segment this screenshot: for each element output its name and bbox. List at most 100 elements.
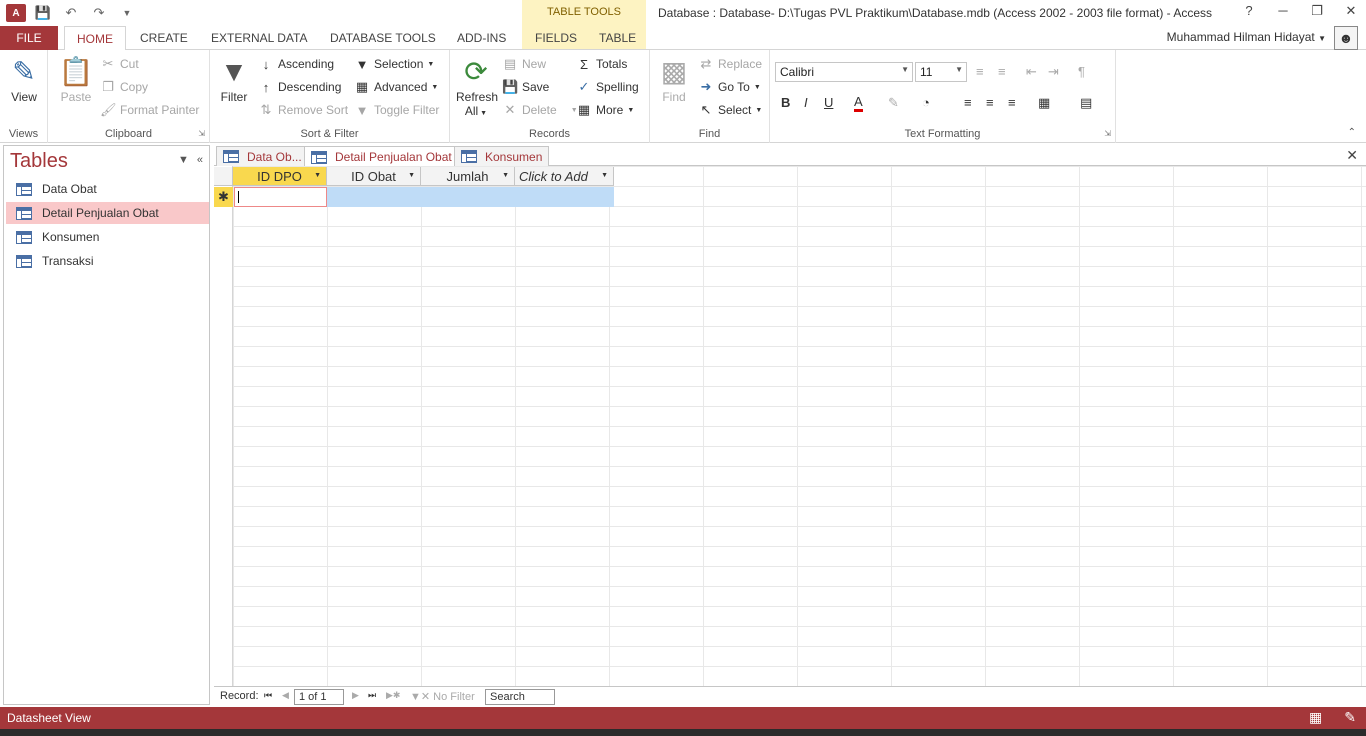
advanced-button[interactable]: ▦ Advanced ▼ <box>354 77 438 97</box>
column-header-jumlah[interactable]: Jumlah ▼ <box>421 167 515 186</box>
replace-button[interactable]: ⇄ Replace <box>698 54 762 74</box>
shutter-bar-close-icon[interactable]: « <box>197 154 203 166</box>
highlight-icon[interactable]: ✎ <box>888 95 899 111</box>
select-all-corner[interactable] <box>214 167 233 186</box>
dialog-launcher-icon[interactable]: ⇲ <box>198 129 205 138</box>
new-record-selector[interactable]: ✱ <box>214 187 233 207</box>
spelling-button[interactable]: ✓ Spelling <box>576 77 639 97</box>
select-button[interactable]: ↖ Select ▼ <box>698 100 763 120</box>
font-name-select[interactable]: Calibri ▼ <box>775 62 913 82</box>
chevron-down-icon[interactable]: ▼ <box>314 172 321 179</box>
tab-fields[interactable]: FIELDS <box>535 26 577 50</box>
save-record-button[interactable]: 💾 Save <box>502 77 549 97</box>
minimize-button[interactable]: ─ <box>1276 3 1290 19</box>
help-button[interactable]: ? <box>1242 3 1256 19</box>
undo-icon[interactable]: ↶ <box>60 3 82 23</box>
bold-button[interactable]: B <box>781 95 790 110</box>
tab-external-data[interactable]: EXTERNAL DATA <box>211 26 307 50</box>
dialog-launcher-icon[interactable]: ⇲ <box>1104 129 1111 138</box>
nav-item-detail-penjualan-obat[interactable]: Detail Penjualan Obat <box>6 202 209 224</box>
chevron-down-icon[interactable]: ▼ <box>502 172 509 179</box>
ascending-button[interactable]: ↓ Ascending <box>258 54 334 74</box>
font-color-icon[interactable]: A <box>854 95 863 112</box>
cut-button[interactable]: ✂ Cut <box>100 54 139 74</box>
first-record-icon[interactable]: ⏮ <box>264 690 272 701</box>
doc-tab-detail-penjualan-obat[interactable]: Detail Penjualan Obat <box>304 146 459 167</box>
paste-button[interactable]: 📋 Paste <box>58 54 94 104</box>
no-filter-button[interactable]: ▼✕ No Filter <box>410 690 475 704</box>
avatar[interactable]: ☻ <box>1334 26 1358 50</box>
chevron-down-icon[interactable]: ▼ <box>408 172 415 179</box>
bullets-icon[interactable]: ≡ <box>976 64 984 79</box>
restore-button[interactable]: ❐ <box>1310 3 1324 19</box>
close-document-icon[interactable]: ✕ <box>1346 147 1358 164</box>
refresh-all-button[interactable]: ⟳ Refresh All ▼ <box>456 54 498 118</box>
column-header-id-dpo[interactable]: ID DPO ▼ <box>233 167 327 186</box>
active-cell-id-dpo[interactable] <box>234 187 327 207</box>
tab-create[interactable]: CREATE <box>140 26 188 50</box>
doc-tab-data-obat[interactable]: Data Ob... <box>216 146 309 166</box>
descending-button[interactable]: ↑ Descending <box>258 77 342 97</box>
new-record-row[interactable] <box>327 187 614 207</box>
access-logo-icon[interactable]: A <box>6 4 26 22</box>
more-button[interactable]: ▦ More ▼ <box>576 100 634 120</box>
filter-button[interactable]: ▼ Filter <box>218 54 250 104</box>
toggle-filter-button[interactable]: ▼ Toggle Filter <box>354 100 440 120</box>
doc-tab-konsumen[interactable]: Konsumen <box>454 146 550 166</box>
decrease-indent-icon[interactable]: ⇤ <box>1026 64 1037 80</box>
nav-item-transaksi[interactable]: Transaksi <box>6 250 209 272</box>
find-button[interactable]: ▩ Find <box>658 54 690 104</box>
increase-indent-icon[interactable]: ⇥ <box>1048 64 1059 80</box>
numbering-icon[interactable]: ≡ <box>998 64 1006 79</box>
font-size-select[interactable]: 11 ▼ <box>915 62 967 82</box>
column-header-id-obat[interactable]: ID Obat ▼ <box>327 167 421 186</box>
align-center-icon[interactable]: ≡ <box>986 95 994 110</box>
datasheet-view-icon[interactable]: ▦ <box>1309 709 1322 726</box>
column-header-click-to-add[interactable]: Click to Add ▼ <box>515 167 614 186</box>
tab-home[interactable]: HOME <box>64 26 126 51</box>
previous-record-icon[interactable]: ◀ <box>282 690 289 701</box>
nav-item-konsumen[interactable]: Konsumen <box>6 226 209 248</box>
new-record-nav-icon[interactable]: ▶✱ <box>386 690 400 701</box>
datasheet-grid[interactable]: ID DPO ▼ ID Obat ▼ Jumlah ▼ Click to Add ▼ ✱ <box>214 166 1366 686</box>
gridlines-icon[interactable]: ▦ <box>1038 95 1050 111</box>
nav-pane-title[interactable]: Tables <box>10 150 68 173</box>
last-record-icon[interactable]: ⏭ <box>368 690 376 701</box>
tab-table[interactable]: TABLE <box>599 26 636 50</box>
align-left-icon[interactable]: ≡ <box>964 95 972 110</box>
user-name[interactable]: Muhammad Hilman Hidayat ▼ <box>1167 30 1326 44</box>
collapse-ribbon-icon[interactable]: ⌃ <box>1348 127 1356 138</box>
redo-icon[interactable]: ↷ <box>88 3 110 23</box>
underline-button[interactable]: U <box>824 95 833 110</box>
goto-button[interactable]: ➜ Go To ▼ <box>698 77 761 97</box>
chevron-down-icon[interactable]: ▼ <box>601 172 608 179</box>
nav-menu-chevron-icon[interactable]: ▼ <box>178 154 189 166</box>
align-right-icon[interactable]: ≡ <box>1008 95 1016 110</box>
tab-file[interactable]: FILE <box>0 26 58 50</box>
delete-record-button[interactable]: ✕ Delete ▼ <box>502 100 578 120</box>
fill-color-icon[interactable]: ◔ <box>922 95 930 110</box>
tab-database-tools[interactable]: DATABASE TOOLS <box>330 26 436 50</box>
italic-button[interactable]: I <box>804 95 808 110</box>
save-icon[interactable]: 💾 <box>32 3 54 23</box>
nav-item-data-obat[interactable]: Data Obat <box>6 178 209 200</box>
alternate-row-color-icon[interactable]: ▤ <box>1080 95 1092 111</box>
format-painter-label: Format Painter <box>120 103 200 117</box>
paste-icon: 📋 <box>58 56 94 87</box>
customize-qat-icon[interactable]: ▼ <box>116 3 138 23</box>
new-record-button[interactable]: ▤ New <box>502 54 546 74</box>
current-record-field[interactable]: 1 of 1 <box>294 689 344 705</box>
paragraph-icon[interactable]: ¶ <box>1078 64 1085 79</box>
copy-button[interactable]: ❐ Copy <box>100 77 148 97</box>
find-group-label: Find <box>698 128 721 140</box>
selection-button[interactable]: ▼ Selection ▼ <box>354 54 435 74</box>
totals-button[interactable]: Σ Totals <box>576 54 627 74</box>
remove-sort-button[interactable]: ⇅ Remove Sort <box>258 100 348 120</box>
design-view-icon[interactable]: ✎ <box>1344 709 1356 726</box>
close-button[interactable]: ✕ <box>1344 3 1358 19</box>
format-painter-button[interactable]: 🖌 Format Painter <box>100 100 199 120</box>
tab-add-ins[interactable]: ADD-INS <box>457 26 506 50</box>
next-record-icon[interactable]: ▶ <box>352 690 359 701</box>
view-button[interactable]: ✎ View <box>6 54 42 104</box>
search-input[interactable]: Search <box>485 689 555 705</box>
